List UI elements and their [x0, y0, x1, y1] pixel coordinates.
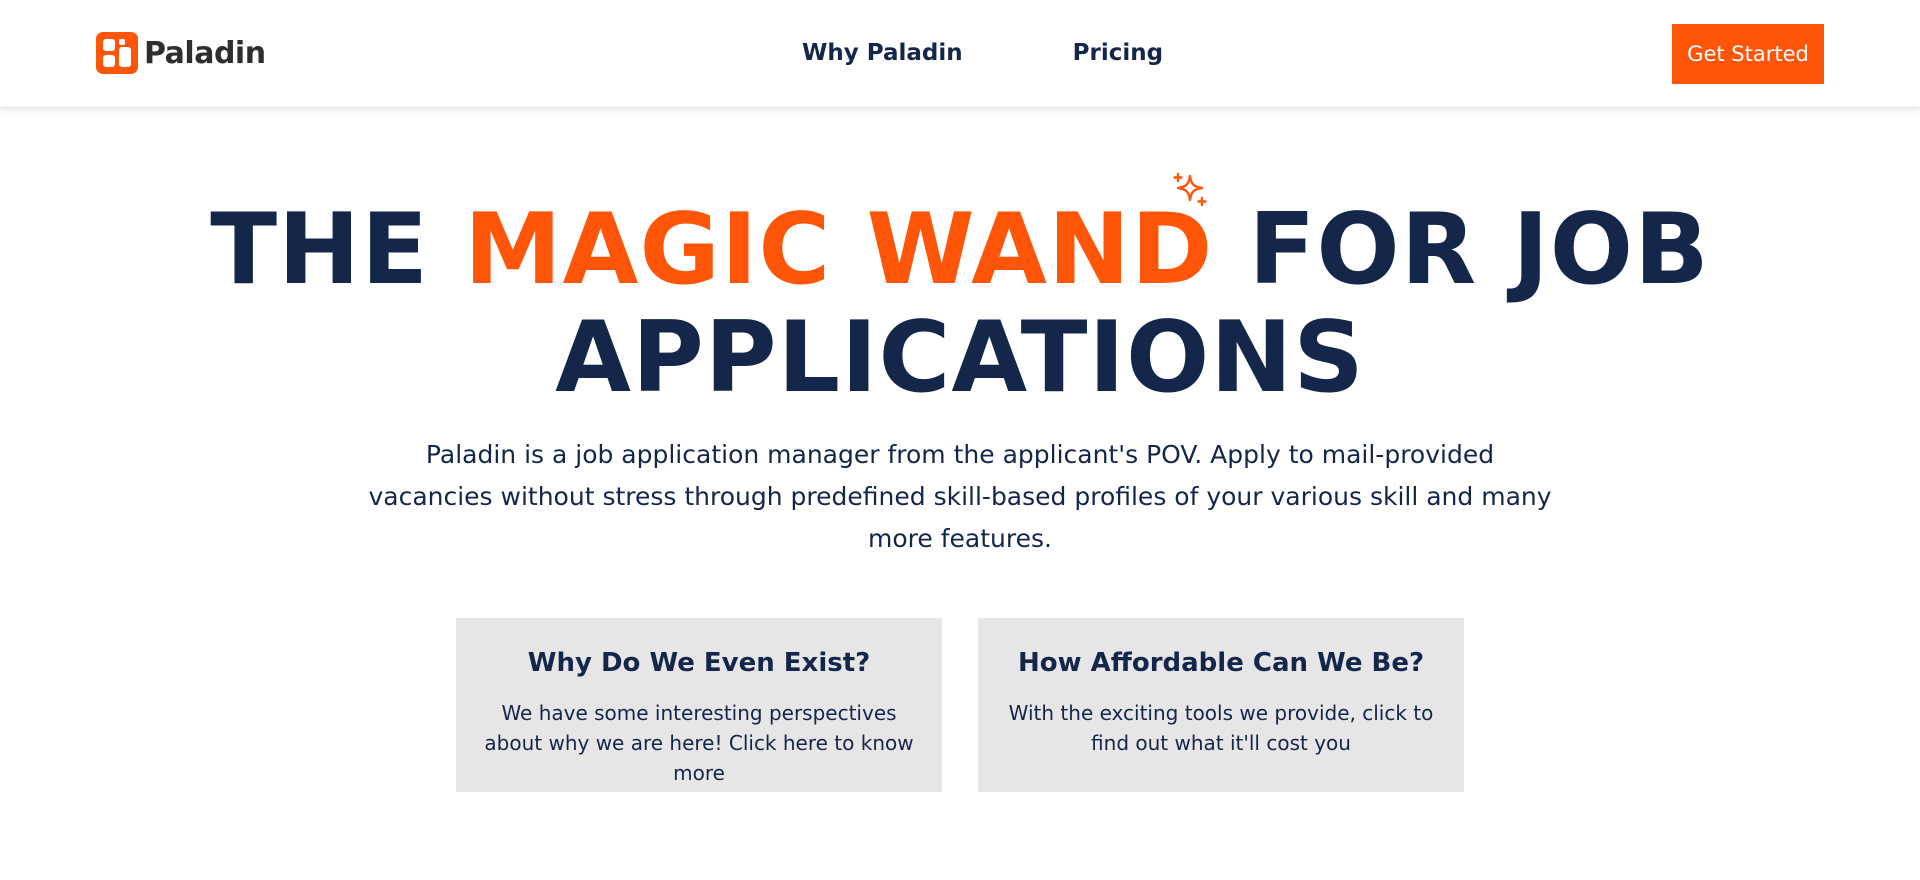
card-title: How Affordable Can We Be? — [1017, 648, 1425, 678]
paladin-logo-icon — [96, 32, 138, 74]
get-started-button[interactable]: Get Started — [1672, 24, 1824, 84]
brand-logo[interactable]: Paladin — [96, 32, 266, 74]
nav-link-pricing[interactable]: Pricing — [1073, 40, 1163, 66]
hero-title-accent: MAGIC WAND — [464, 193, 1214, 307]
sparkle-icon — [1173, 172, 1207, 207]
hero-title: THE MAGIC WAND FOR JOB APPLICATIONS — [0, 196, 1920, 412]
brand-name: Paladin — [144, 35, 266, 71]
hero-title-prefix: THE — [210, 193, 430, 307]
main-nav: Why Paladin Pricing — [802, 40, 1163, 66]
card-text: With the exciting tools we provide, clic… — [1008, 701, 1434, 755]
card-why-exist[interactable]: Why Do We Even Exist? We have some inter… — [456, 618, 942, 792]
card-title: Why Do We Even Exist? — [527, 648, 871, 678]
hero-description: Paladin is a job application manager fro… — [368, 440, 1552, 553]
top-navbar: Paladin Why Paladin Pricing Get Started — [0, 0, 1920, 108]
feature-cards: Why Do We Even Exist? We have some inter… — [456, 618, 1464, 792]
card-text: We have some interesting perspectives ab… — [484, 701, 914, 785]
card-affordable[interactable]: How Affordable Can We Be? With the excit… — [978, 618, 1464, 792]
nav-link-why-paladin[interactable]: Why Paladin — [802, 40, 963, 66]
